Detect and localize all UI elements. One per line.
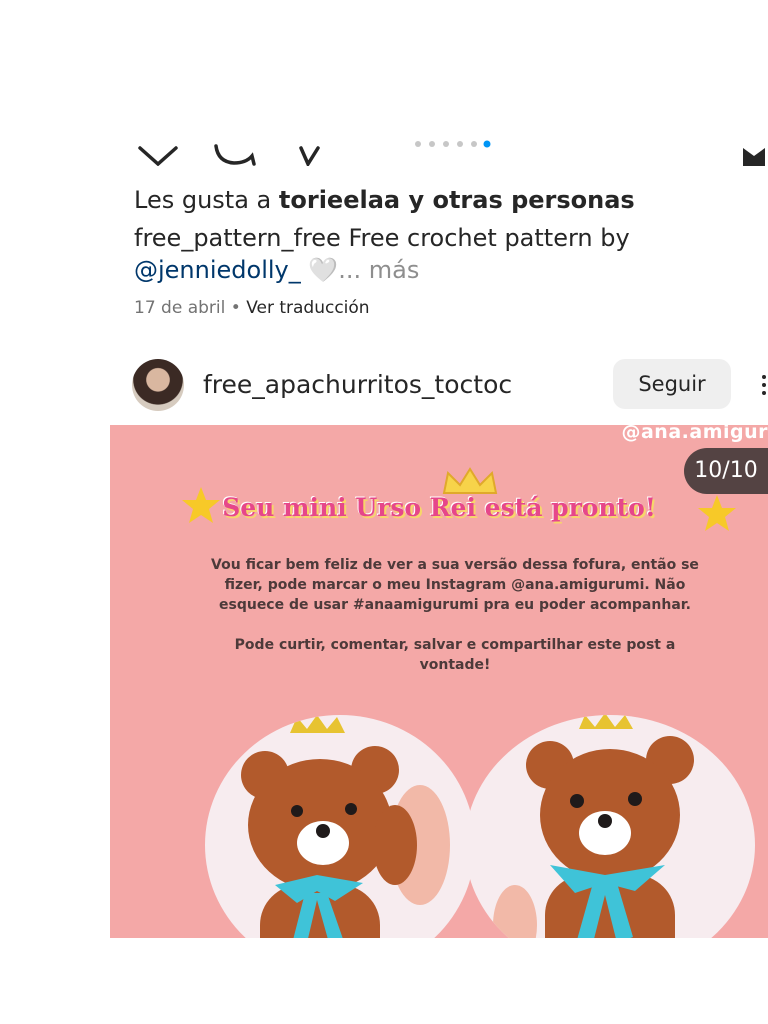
post-meta: 17 de abril • Ver traducción [134, 298, 370, 318]
caption-mention[interactable]: @jenniedolly_ [134, 256, 301, 284]
image-paragraph: Pode curtir, comentar, salvar e comparti… [234, 637, 676, 673]
image-text: Vou ficar bem feliz de ver a sua versão … [205, 555, 705, 695]
bear-photo-right [465, 715, 755, 938]
follow-button[interactable]: Seguir [613, 359, 731, 409]
bear-photo-left [205, 715, 475, 938]
carousel-counter: 10/10 [684, 448, 768, 494]
likes-summary: Les gusta a torieelaa y otras personas [134, 184, 635, 216]
more-options-icon[interactable] [758, 372, 768, 398]
caption-more-link[interactable]: ... más [338, 256, 419, 284]
meta-separator: • [225, 298, 247, 318]
likes-prefix: Les gusta a [134, 186, 279, 214]
post-image[interactable]: @ana.amigur 10/10 Seu mini Urso Rei está… [110, 425, 768, 938]
translate-link[interactable]: Ver traducción [246, 298, 369, 318]
post-caption: free_pattern_free Free crochet pattern b… [134, 222, 754, 286]
avatar[interactable] [132, 359, 184, 411]
bookmark-icon[interactable] [740, 136, 768, 166]
caption-account[interactable]: free_pattern_free [134, 224, 341, 252]
share-icon[interactable] [296, 134, 326, 166]
post-action-bar [0, 130, 768, 166]
carousel-dots-indicator [410, 130, 494, 150]
image-watermark: @ana.amigur [621, 425, 768, 443]
likes-suffix[interactable]: y otras personas [400, 186, 634, 214]
caption-text: Free crochet pattern by [340, 224, 630, 252]
liker-username[interactable]: torieelaa [279, 186, 400, 214]
heart-emoji-icon: 🤍 [300, 256, 339, 284]
post-username[interactable]: free_apachurritos_toctoc [203, 367, 512, 403]
image-title: Seu mini Urso Rei está pronto! [222, 493, 656, 522]
post-date: 17 de abril [134, 298, 226, 318]
comment-icon[interactable] [212, 134, 256, 166]
image-paragraph: Vou ficar bem feliz de ver a sua versão … [211, 557, 699, 613]
heart-icon[interactable] [136, 134, 180, 166]
